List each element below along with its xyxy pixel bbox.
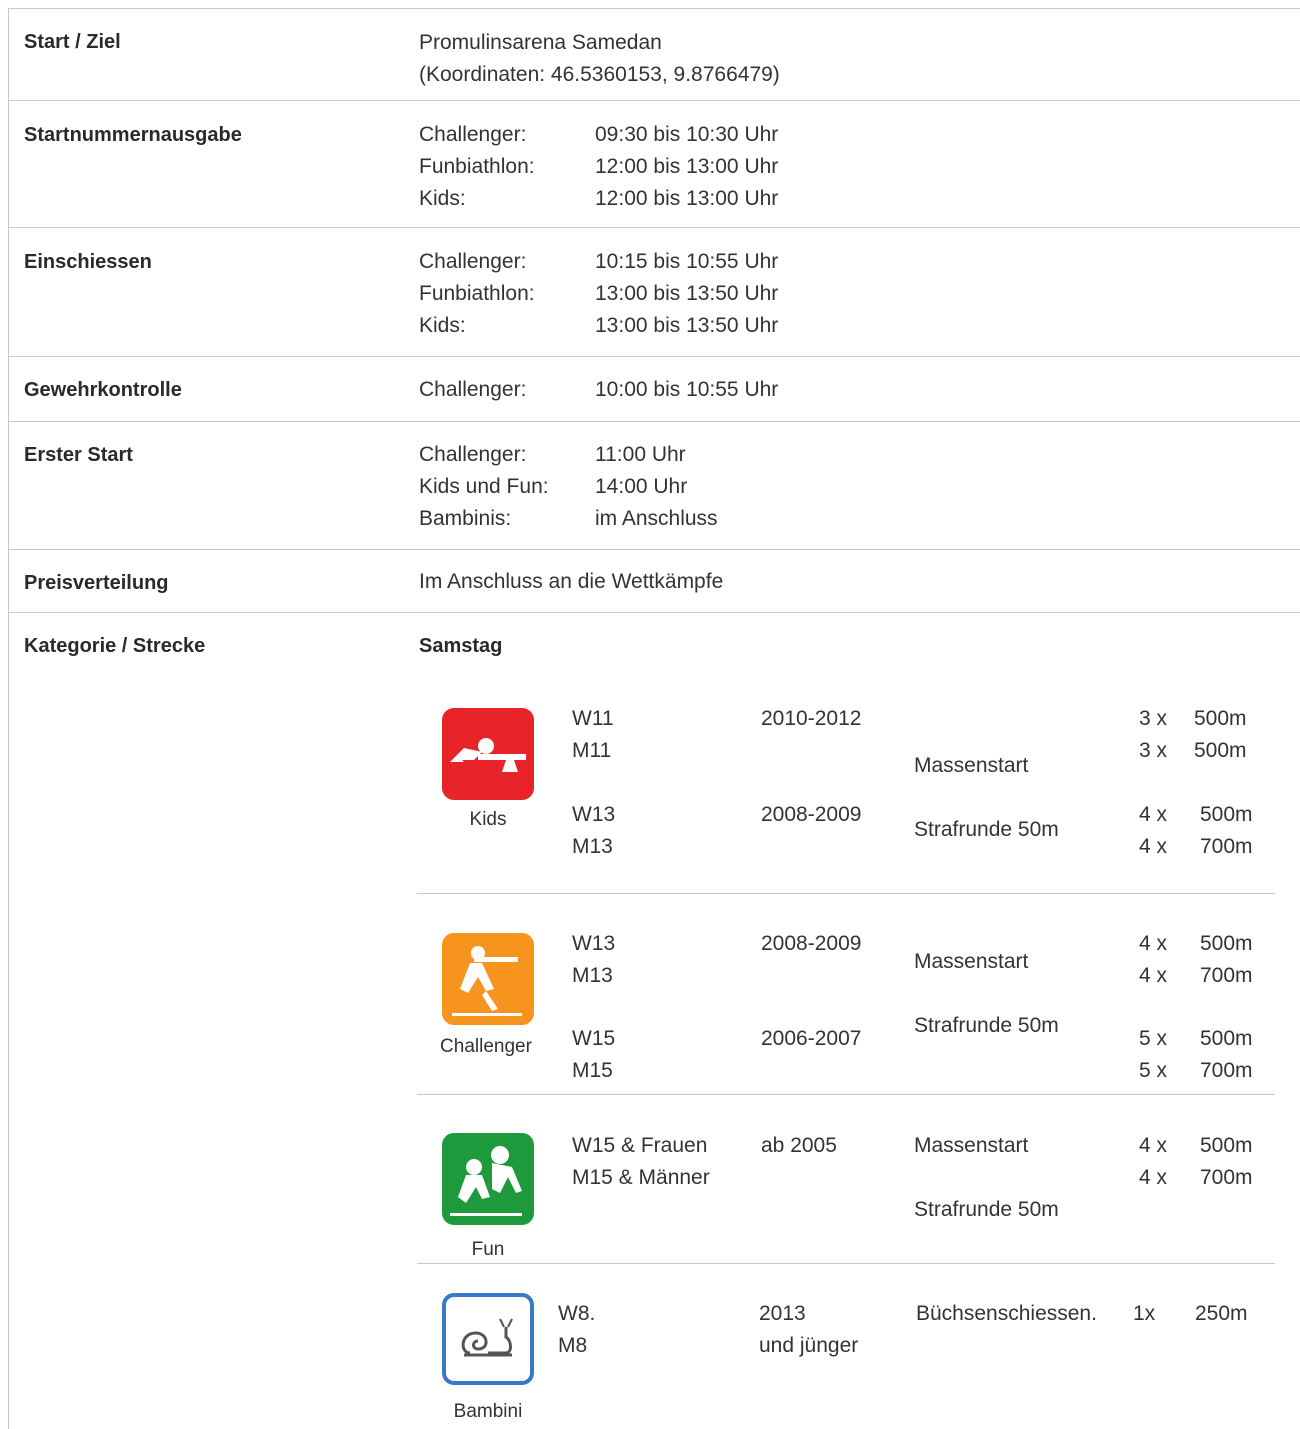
category-kids: Kids W11 M11 2010-2012 W13 M13 2008-2009… (417, 693, 1275, 893)
category-label: Bambini (453, 1401, 523, 1422)
laps: 4 x (1139, 1166, 1168, 1189)
birth-years: 2010-2012 (761, 707, 862, 730)
distance: 250m (1195, 1302, 1248, 1325)
category-code: M11 (572, 739, 612, 762)
laps: 4 x (1139, 964, 1168, 987)
category-label: Challenger (440, 1036, 532, 1057)
laps: 5 x (1139, 1027, 1168, 1050)
laps: 4 x (1139, 1134, 1168, 1157)
distance: 500m (1200, 932, 1253, 955)
category-code: W11 (572, 707, 614, 730)
category-code: M13 (572, 835, 613, 858)
info-table: Start / Ziel Promulinsarena Samedan (Koo… (8, 8, 1300, 1429)
location-coordinates: (Koordinaten: 46.5360153, 9.8766479) (419, 63, 780, 86)
category-challenger: Challenger W13 M13 2008-2009 W15 M15 200… (417, 923, 1275, 1093)
category-code: W13 (572, 803, 616, 826)
category-bambini: Bambini W8. M8 2013 und jünger Büchsensc… (417, 1281, 1275, 1429)
row-label: Einschiessen (24, 251, 152, 273)
category-code: W15 & Frauen (572, 1134, 708, 1157)
day-heading: Samstag (419, 635, 503, 657)
time-line: Kids: 13:00 bis 13:50 Uhr (419, 314, 779, 337)
row-label: Kategorie / Strecke (24, 635, 206, 657)
start-mode: Massenstart (914, 754, 1029, 777)
row-label: Start / Ziel (24, 31, 121, 53)
row-label: Startnummernausgabe (24, 124, 242, 146)
laps: 1x (1133, 1302, 1156, 1325)
start-mode: Massenstart (914, 950, 1029, 973)
row-kategorie-strecke: Kategorie / Strecke Samstag Kids W11 M11… (9, 613, 1300, 1429)
distance: 500m (1200, 803, 1253, 826)
laps: 4 x (1139, 803, 1168, 826)
birth-years: 2006-2007 (761, 1027, 862, 1050)
time-line: Challenger: 10:15 bis 10:55 Uhr (419, 250, 779, 273)
category-fun: Fun W15 & Frauen M15 & Männer ab 2005 Ma… (417, 1118, 1275, 1260)
laps: 3 x (1139, 707, 1168, 730)
kids-biathlon-icon (442, 708, 534, 800)
start-mode: Büchsenschiessen. (916, 1302, 1097, 1325)
birth-years: ab 2005 (761, 1134, 837, 1157)
category-code: M13 (572, 964, 613, 987)
distance: 700m (1200, 1166, 1253, 1189)
row-value: Promulinsarena Samedan (Koordinaten: 46.… (419, 27, 780, 91)
row-erster-start: Erster Start Challenger: 11:00 Uhr Kids u… (9, 422, 1300, 550)
penalty-loop: Strafrunde 50m (914, 818, 1059, 841)
category-divider (417, 893, 1275, 894)
category-code: M8 (558, 1334, 588, 1357)
time-line: Bambinis: im Anschluss (419, 507, 718, 530)
row-value: Challenger: 10:00 bis 10:55 Uhr (419, 374, 778, 406)
bambini-snail-icon (442, 1293, 534, 1385)
row-label: Gewehrkontrolle (24, 379, 182, 401)
penalty-loop: Strafrunde 50m (914, 1014, 1059, 1037)
time-line: Challenger: 11:00 Uhr (419, 443, 686, 466)
birth-years: 2008-2009 (761, 932, 862, 955)
row-start-ziel: Start / Ziel Promulinsarena Samedan (Koo… (9, 9, 1300, 101)
row-einschiessen: Einschiessen Challenger: 10:15 bis 10:55 … (9, 228, 1300, 357)
distance: 500m (1200, 1134, 1253, 1157)
category-divider (417, 1263, 1275, 1264)
category-label: Fun (471, 1239, 505, 1260)
penalty-loop: Strafrunde 50m (914, 1198, 1059, 1221)
distance: 700m (1200, 835, 1253, 858)
row-value: Challenger: 10:15 bis 10:55 Uhr Funbiathl… (419, 246, 778, 342)
row-label: Erster Start (24, 444, 133, 466)
fun-biathlon-icon (442, 1133, 534, 1225)
birth-years: 2013 (759, 1302, 806, 1325)
distance: 700m (1200, 964, 1253, 987)
time-line: Kids und Fun: 14:00 Uhr (419, 475, 688, 498)
laps: 4 x (1139, 932, 1168, 955)
birth-years-note: und jünger (759, 1334, 859, 1357)
start-mode: Massenstart (914, 1134, 1029, 1157)
row-gewehrkontrolle: Gewehrkontrolle Challenger: 10:00 bis 10:… (9, 357, 1300, 422)
time-line: Kids: 12:00 bis 13:00 Uhr (419, 187, 779, 210)
birth-years: 2008-2009 (761, 803, 862, 826)
distance: 700m (1200, 1059, 1253, 1082)
category-code: M15 (572, 1059, 613, 1082)
row-value: Challenger: 09:30 bis 10:30 Uhr Funbiathl… (419, 119, 778, 215)
category-divider (417, 1094, 1275, 1095)
row-label: Preisverteilung (24, 572, 169, 594)
row-preisverteilung: Preisverteilung Im Anschluss an die Wett… (9, 550, 1300, 613)
category-code: W13 (572, 932, 616, 955)
time-line: Challenger: 10:00 bis 10:55 Uhr (419, 378, 779, 401)
row-value: Challenger: 11:00 Uhr Kids und Fun: 14:00 … (419, 439, 718, 535)
laps: 4 x (1139, 835, 1168, 858)
category-code: M15 & Männer (572, 1166, 710, 1189)
row-value: Im Anschluss an die Wettkämpfe (419, 570, 724, 593)
distance: 500m (1200, 1027, 1253, 1050)
category-label: Kids (469, 809, 507, 830)
location-name: Promulinsarena Samedan (419, 31, 662, 54)
laps: 5 x (1139, 1059, 1168, 1082)
category-code: W8. (558, 1302, 596, 1325)
challenger-biathlon-icon (442, 933, 534, 1025)
distance: 500m (1194, 739, 1247, 762)
category-code: W15 (572, 1027, 616, 1050)
laps: 3 x (1139, 739, 1168, 762)
time-line: Funbiathlon: 13:00 bis 13:50 Uhr (419, 282, 779, 305)
time-line: Challenger: 09:30 bis 10:30 Uhr (419, 123, 779, 146)
time-line: Funbiathlon: 12:00 bis 13:00 Uhr (419, 155, 779, 178)
row-startnummernausgabe: Startnummernausgabe Challenger: 09:30 bis… (9, 101, 1300, 228)
distance: 500m (1194, 707, 1247, 730)
